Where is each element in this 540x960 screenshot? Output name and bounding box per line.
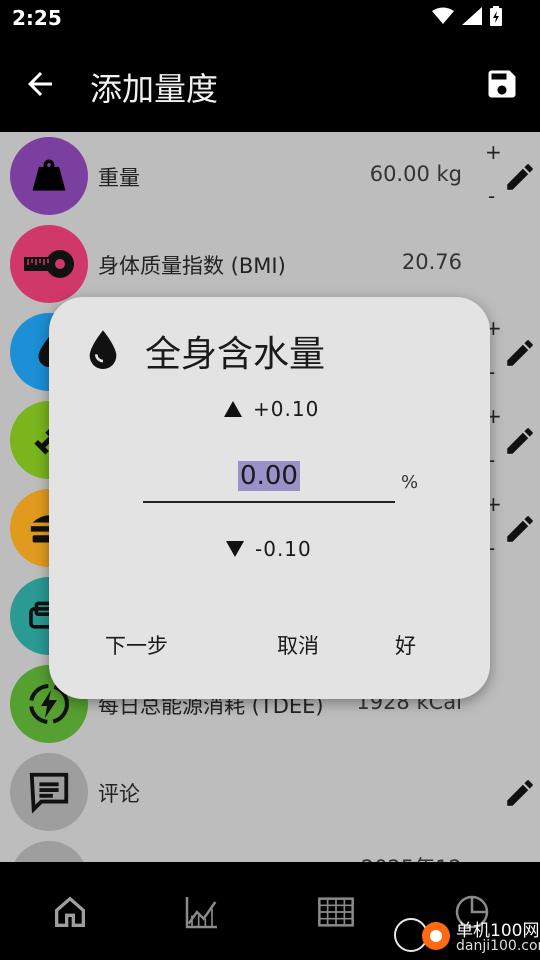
signal-icon — [462, 7, 482, 25]
value-input-text: 0.00 — [238, 461, 300, 491]
dialog-title: 全身含水量 — [145, 334, 326, 375]
list-item-comment[interactable]: 评论 — [0, 748, 540, 836]
triangle-down-icon — [226, 541, 244, 557]
list-item-weight[interactable]: 重量 60.00 kg + - — [0, 132, 540, 220]
edit-icon[interactable] — [503, 160, 537, 194]
water-drop-icon — [89, 330, 117, 369]
battery-charging-icon — [490, 6, 502, 26]
unit-label: % — [401, 472, 419, 493]
status-time: 2:25 — [12, 6, 62, 30]
edit-icon[interactable] — [503, 512, 537, 546]
list-item-label: 重量 — [98, 166, 140, 190]
list-item-value: 20.76 — [401, 250, 462, 274]
status-bar: 2:25 — [0, 0, 540, 36]
decrement-label: -0.10 — [255, 537, 312, 561]
wifi-icon — [432, 7, 454, 24]
chart-icon[interactable] — [182, 892, 222, 932]
list-item-value: 2025年12 — [361, 852, 462, 862]
list-item-label: 评论 — [98, 782, 140, 806]
value-input[interactable]: 0.00 — [143, 459, 395, 503]
increment-button[interactable]: + — [485, 140, 502, 164]
decrement-button[interactable]: - — [488, 184, 495, 208]
arrow-back-icon[interactable] — [22, 66, 58, 102]
increment-button[interactable]: +0.10 — [223, 397, 319, 421]
measurement-dialog: 全身含水量 +0.10 0.00 % -0.10 下一步 取消 好 — [49, 297, 490, 699]
home-icon[interactable] — [50, 892, 90, 932]
save-icon[interactable] — [484, 66, 520, 102]
edit-icon[interactable] — [503, 776, 537, 810]
comment-icon — [10, 753, 88, 831]
watermark-url: danji100.com — [456, 938, 540, 954]
ok-button[interactable]: 好 — [395, 630, 416, 660]
cancel-button[interactable]: 取消 — [277, 630, 319, 660]
increment-label: +0.10 — [253, 397, 320, 421]
calendar-icon — [10, 841, 88, 862]
tape-measure-icon — [10, 225, 88, 303]
list-item-value: 60.00 kg — [369, 162, 462, 186]
list-item-date[interactable]: 2025年12 — [0, 836, 540, 862]
page-title: 添加量度 — [90, 70, 219, 108]
app-bar: 添加量度 — [0, 36, 540, 132]
weight-icon — [10, 137, 88, 215]
watermark-logo-dot — [422, 922, 450, 950]
decrement-button[interactable]: -0.10 — [225, 537, 312, 561]
list-item-bmi[interactable]: 身体质量指数 (BMI) 20.76 — [0, 220, 540, 308]
next-button[interactable]: 下一步 — [105, 630, 168, 660]
edit-icon[interactable] — [503, 424, 537, 458]
edit-icon[interactable] — [503, 336, 537, 370]
watermark: 单机100网 danji100.com — [390, 912, 540, 960]
triangle-up-icon — [224, 401, 242, 417]
table-icon[interactable] — [316, 892, 356, 932]
status-icons — [432, 6, 502, 26]
list-item-label: 身体质量指数 (BMI) — [98, 254, 286, 278]
